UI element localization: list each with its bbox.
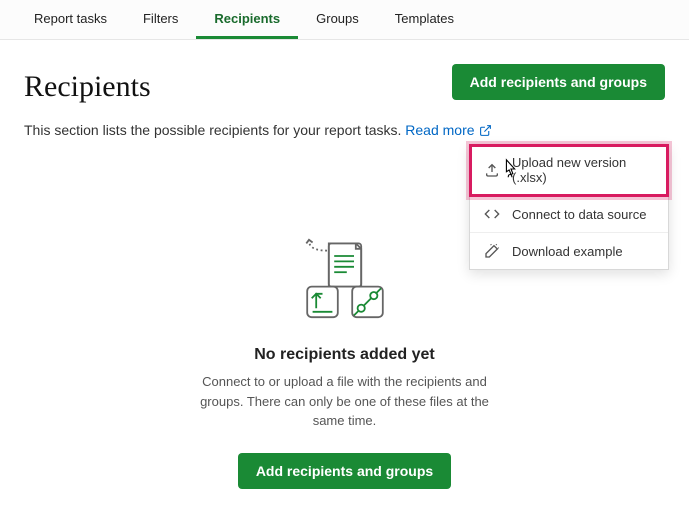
code-icon — [484, 206, 500, 222]
upload-icon — [484, 162, 500, 178]
external-link-icon — [479, 124, 492, 137]
tab-report-tasks[interactable]: Report tasks — [16, 1, 125, 39]
add-recipients-button-bottom[interactable]: Add recipients and groups — [238, 453, 451, 489]
menu-upload-new-version[interactable]: Upload new version (.xlsx) — [470, 145, 668, 196]
tab-groups[interactable]: Groups — [298, 1, 377, 39]
page-title: Recipients — [24, 70, 151, 104]
page-subtitle: This section lists the possible recipien… — [24, 122, 401, 138]
menu-connect-label: Connect to data source — [512, 207, 646, 222]
read-more-link[interactable]: Read more — [405, 122, 491, 138]
tab-recipients[interactable]: Recipients — [196, 1, 298, 39]
menu-upload-label: Upload new version (.xlsx) — [512, 155, 654, 185]
add-menu-dropdown: Upload new version (.xlsx) Connect to da… — [469, 144, 669, 270]
nav-tabs: Report tasks Filters Recipients Groups T… — [0, 0, 689, 40]
empty-illustration-icon — [280, 238, 410, 328]
menu-connect-data-source[interactable]: Connect to data source — [470, 196, 668, 233]
empty-state: No recipients added yet Connect to or up… — [24, 238, 665, 489]
empty-heading: No recipients added yet — [254, 346, 435, 364]
tab-filters[interactable]: Filters — [125, 1, 196, 39]
empty-body: Connect to or upload a file with the rec… — [195, 372, 495, 431]
wand-icon — [484, 243, 500, 259]
page-body: Recipients Add recipients and groups Thi… — [0, 40, 689, 489]
add-recipients-button[interactable]: Add recipients and groups — [452, 64, 665, 100]
page-subtitle-row: This section lists the possible recipien… — [24, 122, 665, 138]
read-more-label: Read more — [405, 122, 474, 138]
menu-download-label: Download example — [512, 244, 623, 259]
menu-download-example[interactable]: Download example — [470, 233, 668, 269]
tab-templates[interactable]: Templates — [377, 1, 472, 39]
